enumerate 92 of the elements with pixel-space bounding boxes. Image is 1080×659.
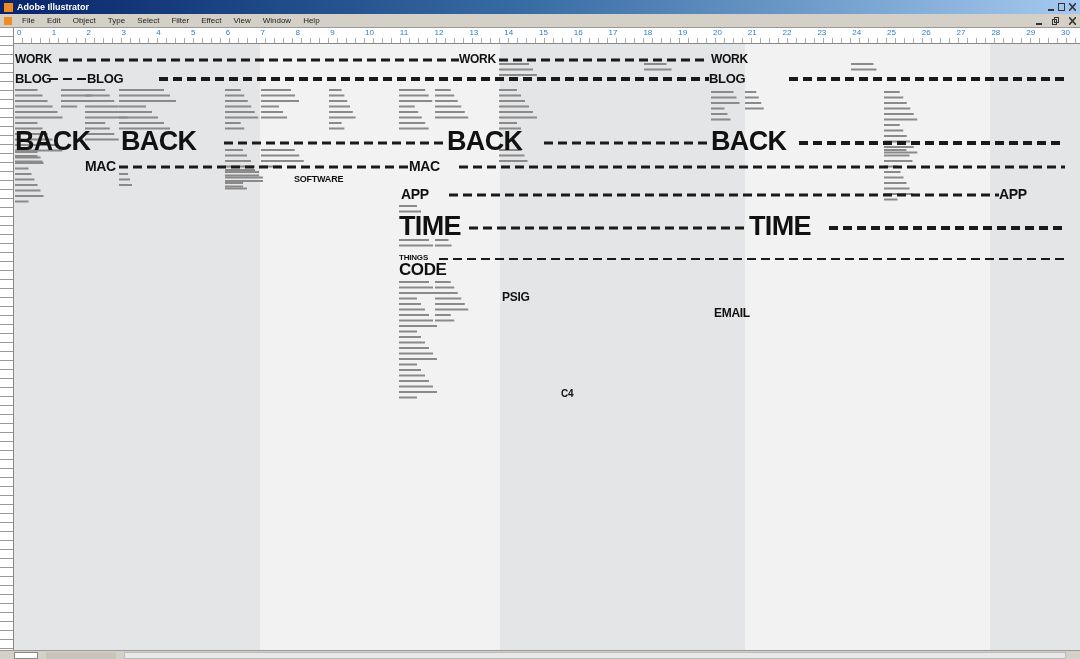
menu-item[interactable]: Effect	[201, 16, 222, 25]
artwork-word: MAC	[409, 159, 440, 173]
tiny-text-lines	[851, 63, 877, 71]
menu-item[interactable]: Select	[137, 16, 160, 25]
document-icon	[4, 16, 12, 25]
menu-item[interactable]: Type	[107, 16, 126, 25]
artwork-word: MAC	[85, 159, 116, 173]
ruler-number: 12	[434, 29, 444, 37]
zoom-field[interactable]	[14, 651, 38, 659]
menu-item[interactable]: Help	[303, 16, 320, 25]
ruler-number: 27	[956, 29, 966, 37]
ruler-number: 4	[156, 29, 161, 37]
artwork-word: WORK	[711, 53, 748, 65]
close-icon[interactable]	[1069, 3, 1076, 11]
maximize-icon[interactable]	[1058, 3, 1065, 11]
tiny-text-lines	[711, 91, 740, 121]
ruler-number: 11	[399, 29, 409, 37]
artwork-word: BACK	[121, 128, 197, 155]
artwork-word: BLOG	[87, 72, 124, 85]
horizontal-scrollbar[interactable]	[124, 651, 1066, 659]
tiny-text-lines	[329, 89, 356, 130]
artwork-word: WORK	[459, 53, 496, 65]
tiny-text-lines	[119, 89, 176, 130]
ruler-number: 2	[86, 29, 92, 37]
tiny-text-lines	[884, 91, 918, 154]
tiny-text-lines	[261, 89, 299, 119]
ruler-number: 17	[608, 29, 618, 37]
ruler-number: 0	[17, 29, 22, 37]
ruler-number: 8	[295, 29, 300, 37]
close-icon[interactable]	[1069, 16, 1076, 25]
artwork-word: BACK	[447, 128, 523, 155]
artwork-word: APP	[401, 187, 429, 201]
ruler-number: 1	[51, 29, 57, 37]
artwork-word: BLOG	[709, 72, 746, 85]
menu-item[interactable]: Object	[72, 16, 96, 25]
tiny-text-lines	[745, 91, 764, 110]
artwork-word: TIME	[399, 213, 461, 240]
ruler-number: 6	[225, 29, 231, 37]
ruler-number: 13	[469, 29, 479, 37]
artwork-word: CODE	[399, 261, 447, 278]
ruler-number: 10	[365, 29, 374, 37]
artwork-word: THINGS	[399, 254, 429, 262]
ruler-number: 9	[330, 29, 335, 37]
tiny-text-lines	[399, 89, 433, 130]
tiny-text-lines	[884, 149, 913, 201]
ruler-number: 26	[921, 29, 931, 37]
artwork-word: BACK	[711, 128, 787, 155]
artwork-word: C4	[561, 389, 574, 399]
tiny-text-lines	[225, 89, 259, 130]
ruler-number: 16	[573, 29, 583, 37]
ruler-number: 20	[713, 29, 722, 37]
dashed-trail-line	[48, 78, 88, 80]
artwork-word: WORK	[15, 53, 52, 65]
ruler-number: 7	[260, 29, 266, 37]
artwork-word: TIME	[749, 213, 811, 240]
ruler-number: 25	[887, 29, 896, 37]
artwork-word: PSIG	[502, 291, 530, 303]
artwork-word: EMAIL	[714, 307, 750, 319]
ruler-number: 21	[747, 29, 757, 37]
tiny-text-lines	[119, 173, 132, 186]
ruler-number: 18	[643, 29, 653, 37]
artwork-word: SOFTWARE	[294, 175, 344, 184]
restore-icon[interactable]	[1052, 16, 1059, 25]
tiny-text-lines	[499, 89, 537, 130]
tiny-text-lines	[644, 63, 672, 71]
artwork-word: BLOG	[15, 72, 52, 85]
ruler-number: 28	[991, 29, 1001, 37]
window-title: Adobe Illustrator	[17, 2, 89, 12]
ruler-number: 19	[678, 29, 688, 37]
artwork-word: BACK	[15, 128, 91, 155]
tiny-text-lines	[499, 63, 537, 76]
menu-item[interactable]: View	[233, 16, 251, 25]
ruler-number: 29	[1026, 29, 1036, 37]
ruler-number: 5	[191, 29, 196, 37]
menu-item[interactable]: File	[22, 16, 35, 25]
tiny-text-lines	[499, 149, 528, 162]
tiny-text-lines	[435, 89, 469, 119]
ruler-number: 15	[539, 29, 548, 37]
menu-item[interactable]: Filter	[171, 16, 190, 25]
menu-item[interactable]: Edit	[46, 16, 61, 25]
artwork-word: APP	[999, 187, 1027, 201]
ruler-number: 14	[504, 29, 514, 37]
tiny-text-lines	[399, 205, 421, 213]
ruler-number: 3	[121, 29, 126, 37]
ruler-number: 23	[817, 29, 827, 37]
tiny-text-lines	[435, 239, 452, 247]
ruler-number: 22	[782, 29, 792, 37]
tiny-text-lines	[399, 239, 433, 247]
ruler-number: 24	[852, 29, 862, 37]
menu-item[interactable]: Window	[262, 16, 292, 25]
app-icon	[4, 2, 13, 12]
ruler-number: 30	[1061, 29, 1070, 37]
